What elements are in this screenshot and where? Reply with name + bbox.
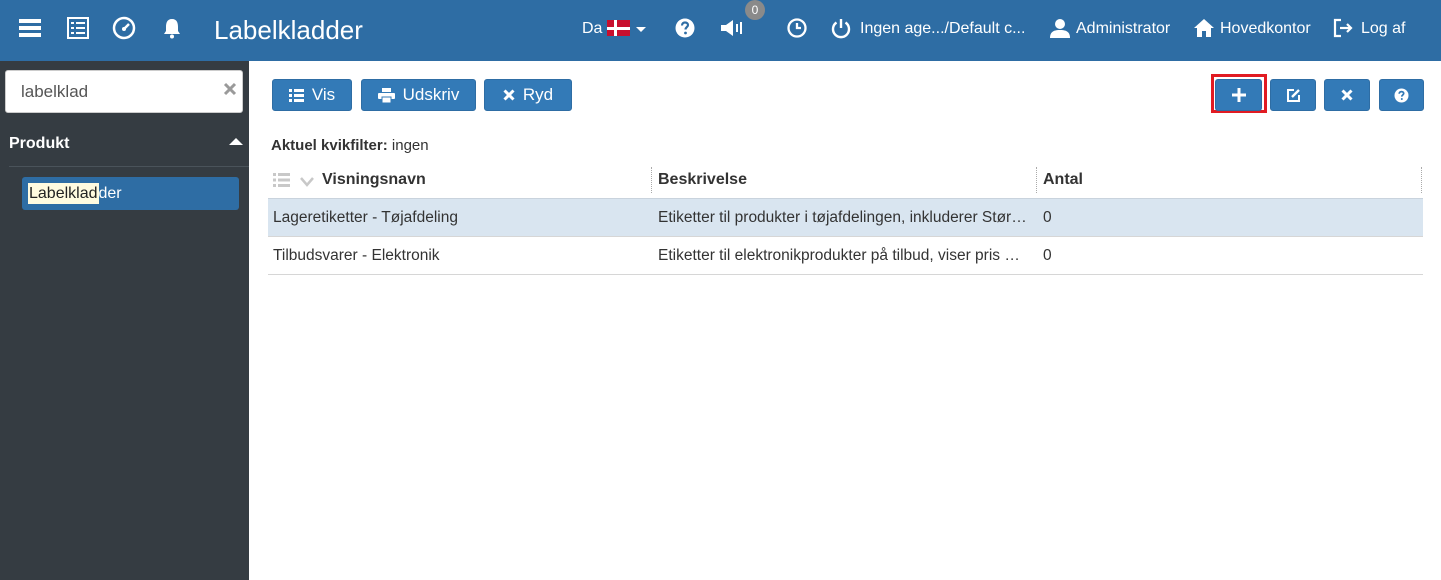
clear-search-icon[interactable] [223,82,237,96]
udskriv-button[interactable]: Udskriv [361,79,476,111]
sidebar: Produkt Labelkladder [0,61,249,580]
logout-icon[interactable] [1331,16,1355,40]
cell-antal: 0 [1043,209,1052,226]
search-match-highlight: Labelklad [28,183,99,204]
table-header: Visningsnavn Beskrivelse Antal [268,161,1423,199]
page-title: Labelkladder [214,15,363,45]
home-icon[interactable] [1192,16,1216,40]
list-icon [288,88,304,102]
vis-label: Vis [311,85,336,104]
sidebar-item-labelkladder[interactable]: Labelkladder [22,177,239,210]
search-input[interactable] [6,71,216,112]
chevron-down-icon[interactable] [636,27,646,32]
cell-visningsnavn: Lageretiketter - Tøjafdeling [273,209,458,226]
add-button[interactable] [1215,79,1262,111]
udskriv-label: Udskriv [402,85,460,104]
logout-link[interactable]: Log af [1361,20,1405,38]
hamburger-menu-icon[interactable] [18,16,42,40]
sidebar-search [5,70,243,113]
table-row[interactable]: Tilbudsvarer - Elektronik Etiketter til … [268,237,1423,275]
language-selector[interactable]: Da [582,20,602,38]
column-header-antal[interactable]: Antal [1043,161,1083,199]
top-bar: Labelkladder Da 0 Ingen age.../Default c… [0,0,1441,61]
agent-status-text[interactable]: Ingen age.../Default c... [860,20,1025,38]
label-journal-table: Visningsnavn Beskrivelse Antal Lageretik… [268,161,1423,275]
print-icon [377,87,395,103]
bell-icon[interactable] [160,16,184,40]
question-icon [1394,88,1409,102]
delete-button[interactable] [1324,79,1370,111]
collapse-caret-icon[interactable] [229,138,243,145]
help-button[interactable] [1379,79,1424,111]
table-row[interactable]: Lageretiketter - Tøjafdeling Etiketter t… [268,199,1423,237]
list-view-icon[interactable] [66,16,90,40]
ryd-label: Ryd [522,85,554,104]
ryd-button[interactable]: Ryd [484,79,572,111]
clear-icon [503,89,515,101]
sort-chevron-icon[interactable] [300,174,314,190]
cell-beskrivelse: Etiketter til elektronikprodukter på til… [658,247,1028,264]
column-header-beskrivelse[interactable]: Beskrivelse [658,161,747,199]
dashboard-gauge-icon[interactable] [112,16,136,40]
edit-icon [1286,88,1300,102]
cell-visningsnavn: Tilbudsvarer - Elektronik [273,247,440,264]
quick-filter-status: Aktuel kvikfilter: ingen [271,137,429,154]
cell-antal: 0 [1043,247,1052,264]
section-divider [9,166,249,167]
megaphone-icon[interactable] [719,16,743,40]
quick-filter-value: ingen [391,137,429,154]
help-icon[interactable] [673,16,697,40]
quick-filter-label: Aktuel kvikfilter: [271,137,388,154]
cell-beskrivelse: Etiketter til produkter i tøjafdelingen,… [658,209,1028,226]
sidebar-item-label-rest: der [98,185,122,202]
user-icon[interactable] [1048,16,1072,40]
column-separator [1036,167,1037,193]
section-title-produkt[interactable]: Produkt [9,135,69,153]
clock-icon[interactable] [785,16,809,40]
home-link[interactable]: Hovedkontor [1220,20,1311,38]
plus-icon [1231,88,1246,102]
close-icon [1341,89,1353,101]
column-separator [651,167,652,193]
vis-button[interactable]: Vis [272,79,352,111]
edit-button[interactable] [1270,79,1316,111]
column-chooser-icon[interactable] [273,173,290,190]
column-header-visningsnavn[interactable]: Visningsnavn [322,161,426,199]
user-menu[interactable]: Administrator [1076,20,1170,38]
column-separator [1421,167,1422,193]
notification-count-badge: 0 [745,0,765,20]
power-icon[interactable] [829,16,853,40]
danish-flag-icon[interactable] [607,20,630,36]
